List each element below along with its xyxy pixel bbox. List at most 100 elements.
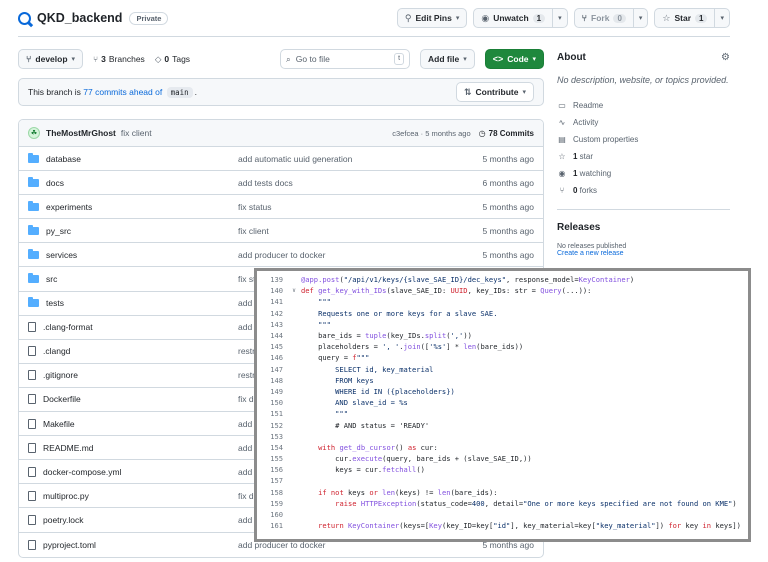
repo-header: QKD_backend Private ⚲ Edit Pins ▾ ◉ Unwa… (18, 8, 730, 28)
code-text: @app.post("/api/v1/keys/{slave_SAE_ID}/d… (301, 275, 635, 285)
line-number: 151 (270, 409, 283, 419)
branches-link[interactable]: ⑂ 3 Branches (93, 54, 145, 64)
file-name[interactable]: poetry.lock (28, 514, 228, 525)
add-file-button[interactable]: Add file ▾ (420, 49, 475, 69)
line-number: 149 (270, 386, 283, 396)
eye-icon: ◉ (481, 12, 490, 23)
line-number: 150 (270, 398, 283, 408)
about-item[interactable]: ◉ 1 watching (557, 165, 730, 182)
line-number: 155 (270, 454, 283, 464)
star-group: ☆ Star 1 ▾ (654, 8, 730, 28)
create-release-link[interactable]: Create a new release (557, 250, 730, 257)
file-name[interactable]: docs (28, 176, 228, 188)
commit-message[interactable]: fix client (121, 128, 152, 138)
file-name[interactable]: src (28, 273, 228, 284)
commit-author[interactable]: TheMostMrGhost (46, 128, 116, 138)
pin-icon: ⚲ (404, 12, 412, 23)
line-number: 147 (270, 364, 283, 374)
file-commit-message[interactable]: fix client (228, 226, 444, 236)
about-item-label: Readme (573, 101, 604, 110)
file-name[interactable]: Dockerfile (28, 394, 228, 405)
file-name[interactable]: tests (28, 297, 228, 308)
gear-icon[interactable]: ⚙ (721, 52, 730, 63)
file-name[interactable]: docker-compose.yml (28, 466, 228, 477)
star-button[interactable]: ☆ Star 1 (654, 8, 716, 28)
file-toolbar: ⑂ develop ▾ ⑂ 3 Branches ◇ 0 Tags ⌕ Go t… (18, 49, 544, 69)
about-sidebar: About ⚙ No description, website, or topi… (557, 52, 730, 257)
about-header: About ⚙ (557, 52, 730, 63)
book-icon: ▭ (558, 101, 566, 110)
code-line: 149 WHERE id IN ({placeholders}) (257, 386, 748, 397)
file-commit-message[interactable]: add producer to docker (228, 250, 444, 260)
code-line: 155 cur.execute(query, bare_ids + (slave… (257, 453, 748, 464)
commits-count-link[interactable]: ◷ 78 Commits (479, 129, 534, 138)
edit-pins-button[interactable]: ⚲ Edit Pins ▾ (396, 8, 468, 28)
file-name[interactable]: README.md (28, 442, 228, 453)
about-item[interactable]: ▭ Readme (557, 97, 730, 114)
file-name[interactable]: experiments (28, 200, 228, 212)
about-item[interactable]: ⑂ 0 forks (557, 182, 730, 199)
fork-dropdown-button[interactable]: ▾ (633, 8, 649, 28)
fork-icon: ⑂ (581, 13, 588, 23)
no-releases-text: No releases published (557, 243, 627, 250)
latest-commit-row: ☘ TheMostMrGhost fix client c3efcea · 5 … (19, 120, 543, 147)
file-name[interactable]: py_src (28, 224, 228, 236)
line-number: 161 (270, 521, 283, 531)
line-number: 141 (270, 297, 283, 307)
code-text: query = f""" (301, 353, 370, 363)
code-line: 148 FROM keys (257, 375, 748, 386)
code-button[interactable]: <> Code ▾ (484, 49, 544, 69)
table-row: docs add tests docs 6 months ago (19, 171, 543, 196)
fold-chevron-icon[interactable]: ∨ (287, 287, 301, 294)
file-icon (28, 370, 36, 381)
chevron-down-icon: ▾ (463, 56, 467, 63)
watch-count: 1 (532, 13, 546, 23)
folder-icon (28, 273, 39, 284)
file-commit-date: 5 months ago (482, 225, 534, 236)
chevron-down-icon: ▾ (522, 89, 526, 96)
file-commit-message[interactable]: add tests docs (228, 178, 444, 188)
star-dropdown-button[interactable]: ▾ (715, 8, 730, 28)
file-name[interactable]: .gitignore (28, 370, 228, 381)
table-row: services add producer to docker 5 months a… (19, 243, 543, 268)
about-item-label: watching (577, 169, 612, 178)
file-name[interactable]: services (28, 248, 228, 260)
file-commit-message[interactable]: add automatic uuid generation (228, 154, 444, 164)
fork-icon: ⑂ (559, 186, 565, 195)
commit-meta[interactable]: c3efcea · 5 months ago (392, 129, 470, 138)
line-number: 139 (270, 275, 283, 285)
file-icon (28, 514, 36, 525)
code-line: 140 ∨ def get_key_with_IDs(slave_SAE_ID: U… (257, 285, 748, 296)
avatar[interactable]: ☘ (28, 127, 40, 139)
line-number: 148 (270, 375, 283, 385)
file-name[interactable]: multiproc.py (28, 490, 228, 501)
code-line: 157 (257, 475, 748, 486)
table-row: py_src fix client 5 months ago (19, 219, 543, 244)
branch-select-button[interactable]: ⑂ develop ▾ (18, 49, 84, 69)
unwatch-button[interactable]: ◉ Unwatch 1 (473, 8, 554, 28)
repo-name[interactable]: QKD_backend (37, 11, 122, 25)
file-commit-date: 5 months ago (482, 153, 534, 164)
contribute-button[interactable]: ⇅ Contribute ▾ (455, 82, 534, 102)
fork-button[interactable]: ⑂ Fork 0 (573, 8, 634, 28)
releases-title[interactable]: Releases (557, 222, 730, 233)
about-item[interactable]: ∿ Activity (557, 114, 730, 131)
about-item[interactable]: ▤ Custom properties (557, 131, 730, 148)
code-line: 142 Requests one or more keys for a slav… (257, 308, 748, 319)
file-name[interactable]: .clang-format (28, 322, 228, 333)
file-commit-message[interactable]: fix status (228, 202, 444, 212)
repo-description: No description, website, or topics provi… (557, 75, 729, 85)
commits-ahead-link[interactable]: 77 commits ahead of (83, 87, 162, 97)
file-name[interactable]: pyproject.toml (28, 539, 228, 550)
tags-link[interactable]: ◇ 0 Tags (155, 54, 190, 65)
file-name[interactable]: database (28, 152, 228, 164)
go-to-file-input[interactable]: ⌕ Go to file t (280, 49, 411, 69)
code-line: 146 query = f""" (257, 352, 748, 363)
file-name[interactable]: .clangd (28, 346, 228, 357)
file-icon (28, 418, 36, 429)
watch-dropdown-button[interactable]: ▾ (553, 8, 568, 28)
base-branch: main (166, 86, 193, 98)
file-name[interactable]: Makefile (28, 418, 228, 429)
about-item[interactable]: ☆ 1 star (557, 148, 730, 165)
code-text: """ (301, 409, 348, 419)
